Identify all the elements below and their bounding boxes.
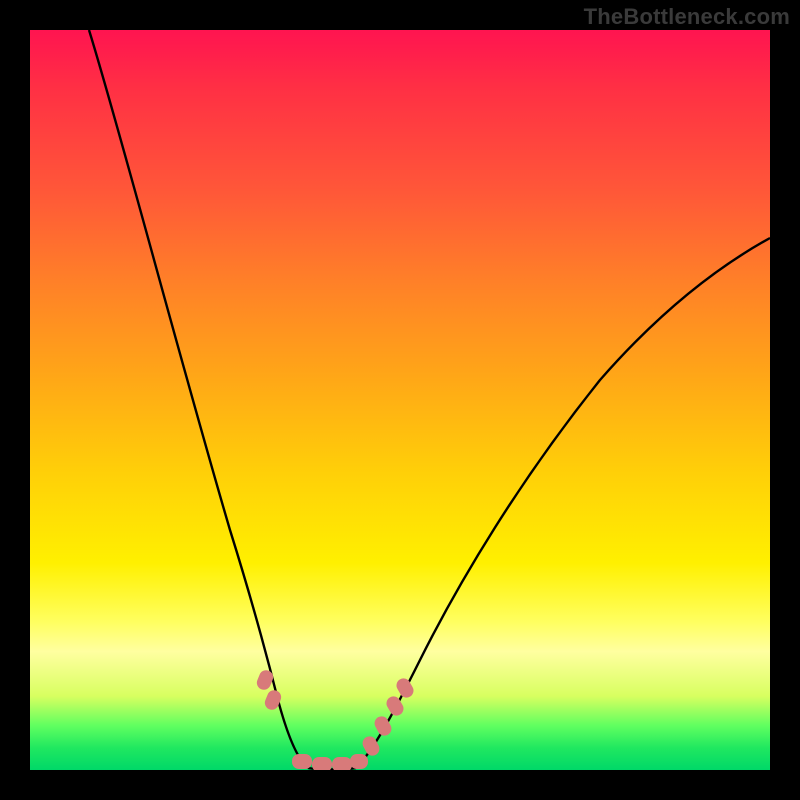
- right-branch-path: [356, 238, 770, 768]
- valley-marker-group: [255, 668, 416, 770]
- bottleneck-curve: [30, 30, 770, 770]
- chart-frame: TheBottleneck.com: [0, 0, 800, 800]
- watermark-text: TheBottleneck.com: [584, 4, 790, 30]
- plot-area: [30, 30, 770, 770]
- left-branch-path: [89, 30, 308, 768]
